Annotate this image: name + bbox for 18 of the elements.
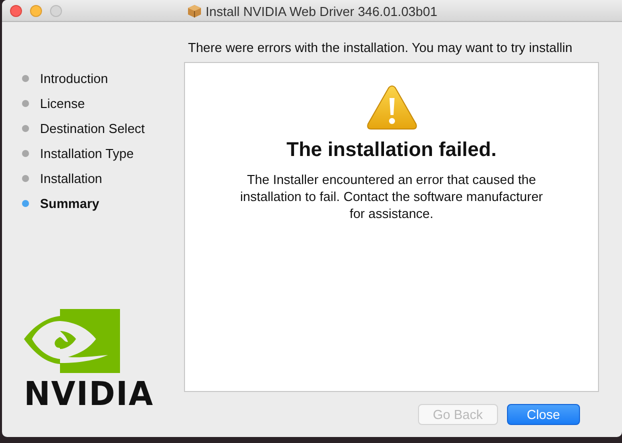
eye-logo-icon <box>24 309 120 374</box>
close-icon[interactable] <box>10 4 22 17</box>
failure-description: The Installer encountered an error that caused the installation to fail. Contact the software manufacturer for assistance. <box>239 171 544 222</box>
minimize-icon[interactable] <box>30 4 42 17</box>
zoom-icon[interactable] <box>50 4 62 17</box>
default-button[interactable]: Close <box>506 404 580 425</box>
step-label: Installation Type <box>40 146 134 161</box>
step-label: Summary <box>40 196 100 211</box>
step-label: License <box>40 96 85 111</box>
status-message: There were errors with the installation. You may want to try installin <box>188 40 572 56</box>
package-icon <box>186 4 202 18</box>
failure-heading: The installation failed. <box>286 139 497 162</box>
window-title: Install NVIDIA Web Driver 346.01.03b01 <box>206 4 438 18</box>
step-label: Destination Select <box>40 121 145 136</box>
nvidia-wordmark: NVIDIA <box>24 376 154 412</box>
step-label: Introduction <box>40 71 108 86</box>
warning-icon <box>366 84 418 130</box>
step-label: Installation <box>40 171 102 186</box>
